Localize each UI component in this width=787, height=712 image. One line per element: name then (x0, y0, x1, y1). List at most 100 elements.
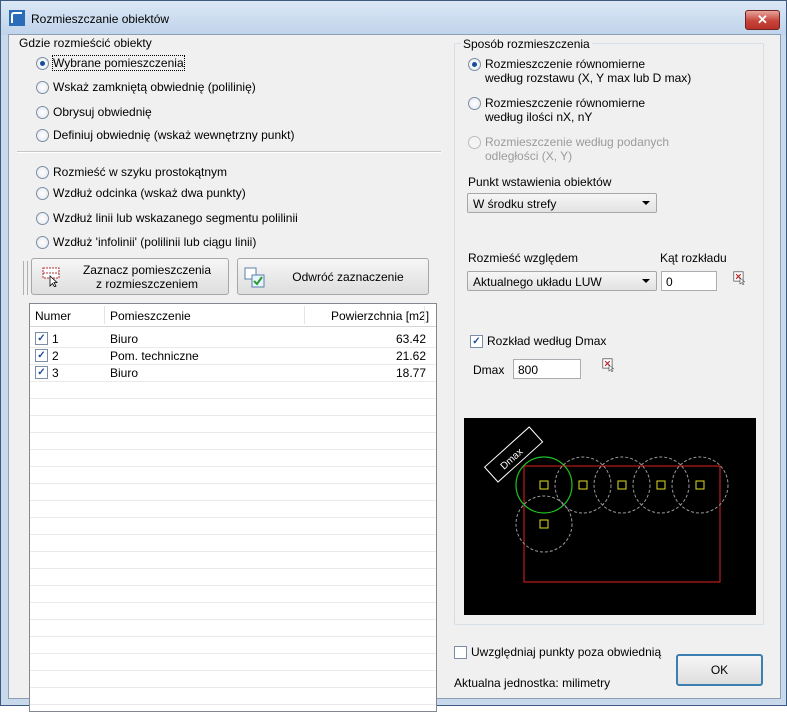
radio-indicator (36, 57, 49, 70)
radio-indicator (468, 58, 481, 71)
dialog-window: Rozmieszczanie obiektów ✕ Gdzie rozmieśc… (0, 0, 787, 712)
dmax-input[interactable]: 800 (513, 359, 581, 379)
pick-point-icon[interactable] (602, 358, 616, 372)
radio-indicator (36, 129, 49, 142)
include-outside-label: Uwzględniaj punkty poza obwiednią (471, 645, 662, 659)
option-label: Definiuj obwiednię (wskaż wewnętrzny pun… (53, 128, 295, 142)
where-option-define-outline[interactable]: Definiuj obwiednię (wskaż wewnętrzny pun… (36, 128, 294, 142)
empty-row (30, 381, 436, 399)
invert-selection-label: Odwróć zaznaczenie (292, 270, 404, 284)
include-outside-checkbox[interactable]: Uwzględniaj punkty poza obwiednią (454, 645, 661, 659)
cell-number: 2 (52, 349, 59, 363)
table-row[interactable]: ✓ 2 Pom. techniczne 21.62 (30, 347, 436, 365)
empty-row (30, 517, 436, 535)
layout-option-polyline-segment[interactable]: Wzdłuż linii lub wskazanego segmentu pol… (36, 211, 298, 225)
radio-indicator (36, 166, 49, 179)
option-label-line1: Rozmieszczenie równomierne (485, 96, 646, 110)
option-label: Wzdłuż odcinka (wskaż dwa punkty) (53, 186, 246, 200)
layout-option-rect-array[interactable]: Rozmieść w szyku prostokątnym (36, 165, 227, 179)
option-label: Rozmieszczenie według podanych odległośc… (485, 135, 669, 163)
cell-room: Biuro (110, 332, 139, 346)
ok-button[interactable]: OK (676, 654, 763, 686)
rooms-table[interactable]: Numer Pomieszczenie Powierzchnia [m2] ✓ … (29, 303, 437, 712)
empty-row (30, 466, 436, 484)
row-checkbox[interactable]: ✓ (35, 349, 48, 362)
chevron-down-icon (642, 201, 650, 205)
cell-room: Pom. techniczne (110, 349, 199, 363)
column-separator (424, 306, 425, 324)
cell-area: 63.42 (395, 332, 426, 346)
empty-row (30, 568, 436, 586)
angle-label: Kąt rozkładu (660, 251, 727, 265)
column-header-room[interactable]: Pomieszczenie (110, 309, 191, 323)
method-option-spacing[interactable]: Rozmieszczenie równomierne według rozsta… (468, 57, 691, 85)
radio-indicator (36, 81, 49, 94)
option-label: Obrysuj obwiednię (53, 105, 152, 119)
checkbox-indicator: ✓ (470, 334, 483, 348)
empty-row (30, 670, 436, 688)
insert-point-dropdown[interactable]: W środku strefy (467, 193, 657, 213)
angle-input[interactable]: 0 (661, 271, 717, 291)
dmax-checkbox-label: Rozkład według Dmax (487, 334, 607, 348)
window-title: Rozmieszczanie obiektów (31, 12, 170, 26)
empty-row (30, 619, 436, 637)
method-group-label: Sposób rozmieszczenia (461, 37, 592, 51)
where-option-closed-polyline[interactable]: Wskaż zamkniętą obwiednię (polilinię) (36, 80, 256, 94)
option-label: Wzdłuż 'infolinii' (polilinii lub ciągu … (53, 235, 257, 249)
where-option-outline[interactable]: Obrysuj obwiednię (36, 105, 152, 119)
cell-room: Biuro (110, 366, 139, 380)
empty-row (30, 432, 436, 450)
invert-selection-button[interactable]: Odwróć zaznaczenie (237, 258, 429, 295)
close-button[interactable]: ✕ (745, 10, 780, 30)
option-label: Wskaż zamkniętą obwiednię (polilinię) (53, 80, 256, 94)
radio-indicator (36, 106, 49, 119)
option-label: Wzdłuż linii lub wskazanego segmentu pol… (53, 211, 298, 225)
preview-drawing: Dmax (483, 426, 729, 583)
empty-row (30, 449, 436, 467)
cell-number: 3 (52, 366, 59, 380)
empty-row (30, 636, 436, 654)
method-option-count[interactable]: Rozmieszczenie równomierne według ilości… (468, 96, 645, 124)
dialog-body: Gdzie rozmieścić obiekty Wybrane pomiesz… (8, 34, 781, 712)
method-option-distances: Rozmieszczenie według podanych odległośc… (468, 135, 669, 163)
chevron-down-icon (642, 279, 650, 283)
empty-row (30, 483, 436, 501)
cell-area: 18.77 (395, 366, 426, 380)
toolbar-grip (23, 261, 28, 295)
empty-row (30, 602, 436, 620)
title-bar[interactable]: Rozmieszczanie obiektów ✕ (1, 1, 786, 35)
table-selection-icon (42, 267, 60, 287)
dmax-label: Dmax (473, 363, 505, 377)
place-relative-label: Rozmieść względem (468, 251, 579, 265)
radio-indicator (36, 212, 49, 225)
layout-option-segment[interactable]: Wzdłuż odcinka (wskaż dwa punkty) (36, 186, 246, 200)
layout-option-infoline[interactable]: Wzdłuż 'infolinii' (polilinii lub ciągu … (36, 235, 256, 249)
app-logo-icon (9, 10, 25, 26)
table-row[interactable]: ✓ 3 Biuro 18.77 (30, 364, 436, 382)
empty-row (30, 534, 436, 552)
empty-row (30, 398, 436, 416)
dmax-checkbox[interactable]: ✓ Rozkład według Dmax (470, 334, 606, 348)
option-label: Wybrane pomieszczenia (52, 55, 185, 71)
row-checkbox[interactable]: ✓ (35, 332, 48, 345)
option-label-line2: według ilości nX, nY (485, 110, 593, 124)
radio-indicator (36, 187, 49, 200)
invert-selection-icon (244, 267, 265, 288)
place-relative-dropdown[interactable]: Aktualnego układu LUW (467, 271, 657, 291)
column-header-number[interactable]: Numer (35, 309, 71, 323)
empty-row (30, 653, 436, 671)
option-label: Rozmieszczenie równomierne według rozsta… (485, 57, 691, 85)
place-relative-value: Aktualnego układu LUW (473, 275, 602, 289)
where-option-selected-rooms[interactable]: Wybrane pomieszczenia (36, 55, 185, 71)
cell-area: 21.62 (395, 349, 426, 363)
select-rooms-button[interactable]: Zaznacz pomieszczenia z rozmieszczeniem (31, 258, 229, 295)
pick-point-icon[interactable] (733, 271, 747, 285)
column-header-area[interactable]: Powierzchnia [m2] (331, 309, 429, 323)
insert-point-label: Punkt wstawienia obiektów (468, 175, 612, 189)
radio-indicator (36, 236, 49, 249)
layout-preview: Dmax (464, 418, 756, 615)
section-divider (17, 151, 441, 153)
table-row[interactable]: ✓ 1 Biuro 63.42 (30, 330, 436, 348)
column-separator (104, 306, 105, 324)
row-checkbox[interactable]: ✓ (35, 366, 48, 379)
